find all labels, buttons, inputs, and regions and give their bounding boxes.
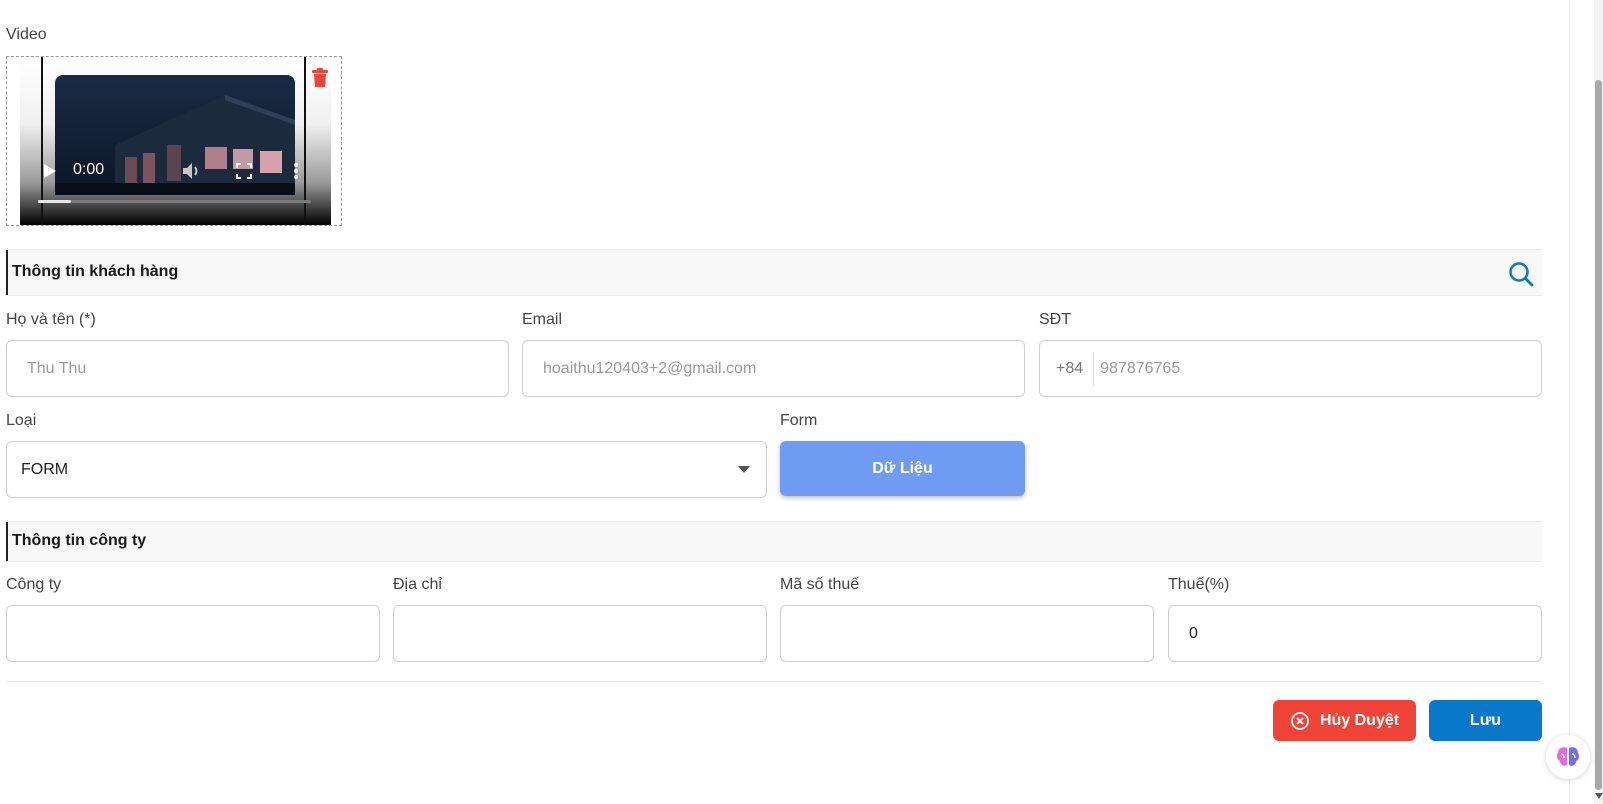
play-icon[interactable] [43,163,57,179]
form-data-button[interactable]: Dữ Liệu [780,441,1025,496]
phone-field[interactable]: +84 987876765 [1039,340,1542,397]
fullscreen-icon[interactable] [236,163,252,179]
brain-icon [1556,747,1580,766]
tax-rate-label: Thuế(%) [1168,576,1230,593]
divider [6,681,1542,682]
cancel-approval-label: Hủy Duyệt [1319,711,1400,729]
tax-rate-value: 0 [1189,624,1198,642]
trash-icon[interactable] [312,68,328,88]
tax-code-label: Mã số thuế [780,576,860,593]
email-label: Email [522,311,563,328]
type-label: Loại [6,412,37,429]
name-label: Họ và tên (*) [6,311,96,328]
tax-rate-field[interactable]: 0 [1168,605,1542,662]
save-button[interactable]: Lưu [1429,700,1542,741]
video-time: 0:00 [73,161,105,178]
company-section-title: Thông tin công ty [12,532,147,549]
scrollbar-thumb[interactable] [1595,80,1602,790]
phone-prefix: +84 [1040,351,1095,386]
name-placeholder: Thu Thu [27,359,87,377]
chevron-down-icon [738,466,750,473]
email-field[interactable]: hoaithu120403+2@gmail.com [522,340,1025,397]
cancel-circle-icon [1291,711,1309,730]
customer-section-title: Thông tin khách hàng [12,263,179,280]
address-field[interactable] [393,605,767,662]
cancel-approval-button[interactable]: Hủy Duyệt [1273,700,1416,741]
form-label: Form [780,412,818,429]
type-select-value: FORM [21,460,69,478]
content-right-border [1569,0,1570,804]
address-label: Địa chỉ [393,576,442,593]
section-accent-bar [6,250,8,295]
email-placeholder: hoaithu120403+2@gmail.com [543,359,757,377]
company-section-header: Thông tin công ty [6,521,1542,562]
video-progress-fill [38,200,71,203]
tax-code-field[interactable] [780,605,1154,662]
assistant-widget[interactable] [1546,735,1590,779]
phone-label: SĐT [1039,311,1071,328]
video-player[interactable]: 0:00 [20,57,331,225]
video-progress-track[interactable] [38,200,311,203]
more-icon[interactable] [293,162,299,180]
video-label: Video [6,26,47,43]
search-icon[interactable] [1508,261,1534,287]
volume-icon[interactable] [182,162,202,180]
company-label: Công ty [6,576,62,593]
scroll-down-arrow-icon[interactable] [1595,793,1603,799]
company-field[interactable] [6,605,380,662]
customer-section-header: Thông tin khách hàng [6,249,1542,296]
video-upload-box: 0:00 [6,56,342,226]
name-field[interactable]: Thu Thu [6,340,509,397]
type-select[interactable]: FORM [6,441,767,498]
scrollbar-track[interactable] [1594,0,1603,804]
section-accent-bar [6,522,8,561]
phone-placeholder: 987876765 [1100,359,1181,377]
